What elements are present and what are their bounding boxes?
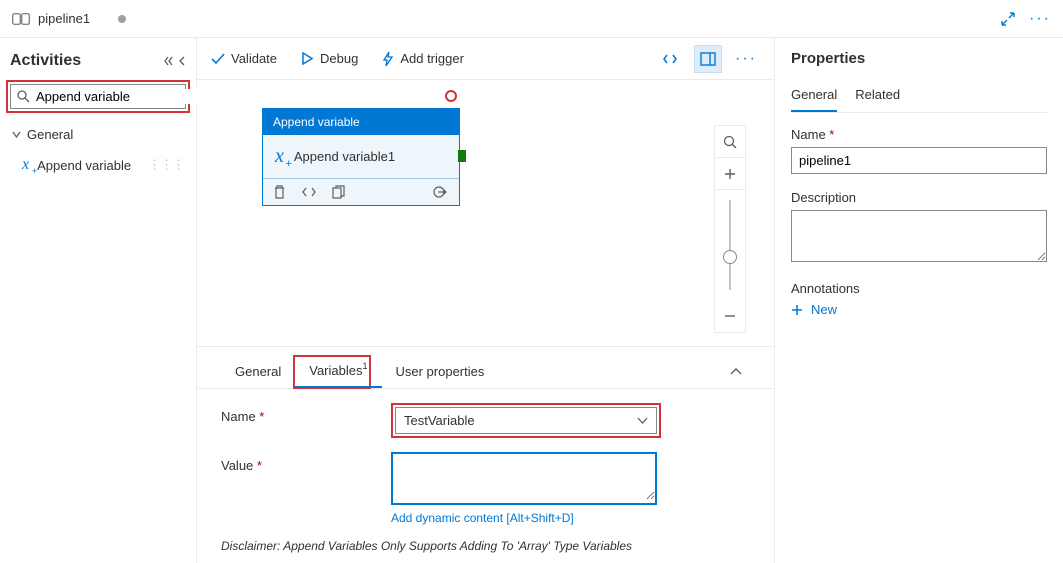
properties-title: Properties — [791, 50, 1047, 67]
debug-label: Debug — [320, 51, 358, 66]
zoom-in-button[interactable] — [715, 158, 745, 190]
topbar: pipeline1 ··· — [0, 0, 1063, 38]
check-icon — [211, 53, 225, 65]
sidebar-collapse-icon[interactable] — [164, 56, 186, 66]
chevron-down-icon — [637, 417, 648, 424]
output-icon[interactable] — [433, 185, 449, 199]
copy-icon[interactable] — [332, 185, 345, 199]
props-tab-general[interactable]: General — [791, 81, 837, 112]
lightning-icon — [382, 52, 394, 66]
canvas-more-button[interactable]: ··· — [732, 45, 760, 73]
zoom-slider[interactable] — [729, 200, 731, 290]
tab-user-properties[interactable]: User properties — [382, 356, 499, 387]
props-desc-textarea[interactable] — [791, 210, 1047, 262]
var-value-label: Value * — [221, 452, 391, 473]
annotation-new-button[interactable]: New — [791, 302, 1047, 317]
node-header: Append variable — [263, 109, 459, 135]
search-icon — [17, 90, 30, 103]
details-collapse-icon[interactable] — [722, 360, 750, 384]
disclaimer-text: Disclaimer: Append Variables Only Suppor… — [221, 539, 750, 553]
unsaved-dot-icon — [118, 15, 126, 23]
var-name-label: Name * — [221, 403, 391, 424]
tab-variables[interactable]: Variables1 — [295, 355, 381, 388]
annotation-new-label: New — [811, 302, 837, 317]
var-name-highlight: TestVariable — [391, 403, 661, 438]
validate-button[interactable]: Validate — [211, 51, 277, 66]
expand-icon[interactable] — [1001, 12, 1015, 26]
activities-title: Activities — [10, 52, 81, 70]
append-variable-icon: x+ — [22, 156, 29, 174]
code-view-button[interactable] — [656, 45, 684, 73]
props-ann-label: Annotations — [791, 281, 1047, 296]
success-connector-icon[interactable] — [458, 150, 466, 162]
properties-toggle-button[interactable] — [694, 45, 722, 73]
props-desc-label: Description — [791, 190, 1047, 205]
add-trigger-label: Add trigger — [400, 51, 464, 66]
more-icon[interactable]: ··· — [1029, 10, 1051, 28]
props-name-input[interactable] — [791, 147, 1047, 174]
activities-search-highlight — [6, 80, 190, 113]
details-panel: General Variables1 User properties Name … — [197, 346, 774, 563]
activities-sidebar: Activities General x+ — [0, 38, 197, 563]
debug-button[interactable]: Debug — [301, 51, 358, 66]
var-value-textarea[interactable] — [393, 454, 655, 500]
props-tab-related[interactable]: Related — [855, 81, 900, 112]
properties-panel: Properties General Related Name * Descri… — [775, 38, 1063, 563]
code-icon[interactable] — [302, 186, 316, 198]
zoom-fit-button[interactable] — [715, 126, 745, 158]
zoom-knob[interactable] — [723, 250, 737, 264]
var-name-select[interactable]: TestVariable — [395, 407, 657, 434]
activities-search-input[interactable] — [36, 89, 212, 104]
node-title: Append variable1 — [294, 149, 395, 164]
var-name-value: TestVariable — [404, 413, 475, 428]
error-indicator-icon — [445, 90, 457, 102]
group-general[interactable]: General — [0, 121, 196, 148]
activity-item-label: Append variable — [37, 158, 131, 173]
validate-label: Validate — [231, 51, 277, 66]
group-general-label: General — [27, 127, 73, 142]
activity-node[interactable]: Append variable x+ Append variable1 — [262, 108, 460, 206]
play-icon — [301, 52, 314, 65]
pipeline-icon — [12, 12, 30, 26]
canvas-toolbar: Validate Debug Add trigger ··· — [197, 38, 774, 80]
activity-item-append-variable[interactable]: x+ Append variable ⋮⋮⋮ — [0, 148, 196, 182]
tab-variables-label: Variables — [309, 363, 362, 378]
tab-general[interactable]: General — [221, 356, 295, 387]
drag-handle-icon[interactable]: ⋮⋮⋮ — [148, 157, 184, 173]
props-name-label: Name * — [791, 127, 1047, 142]
add-dynamic-content-link[interactable]: Add dynamic content [Alt+Shift+D] — [391, 511, 657, 525]
canvas[interactable]: Append variable x+ Append variable1 — [197, 80, 774, 346]
delete-icon[interactable] — [273, 185, 286, 199]
append-variable-icon: x+ — [275, 145, 284, 168]
zoom-controls — [714, 125, 746, 333]
zoom-out-button[interactable] — [715, 300, 745, 332]
pipeline-title: pipeline1 — [38, 11, 90, 26]
add-trigger-button[interactable]: Add trigger — [382, 51, 464, 66]
tab-variables-badge: 1 — [362, 361, 367, 371]
